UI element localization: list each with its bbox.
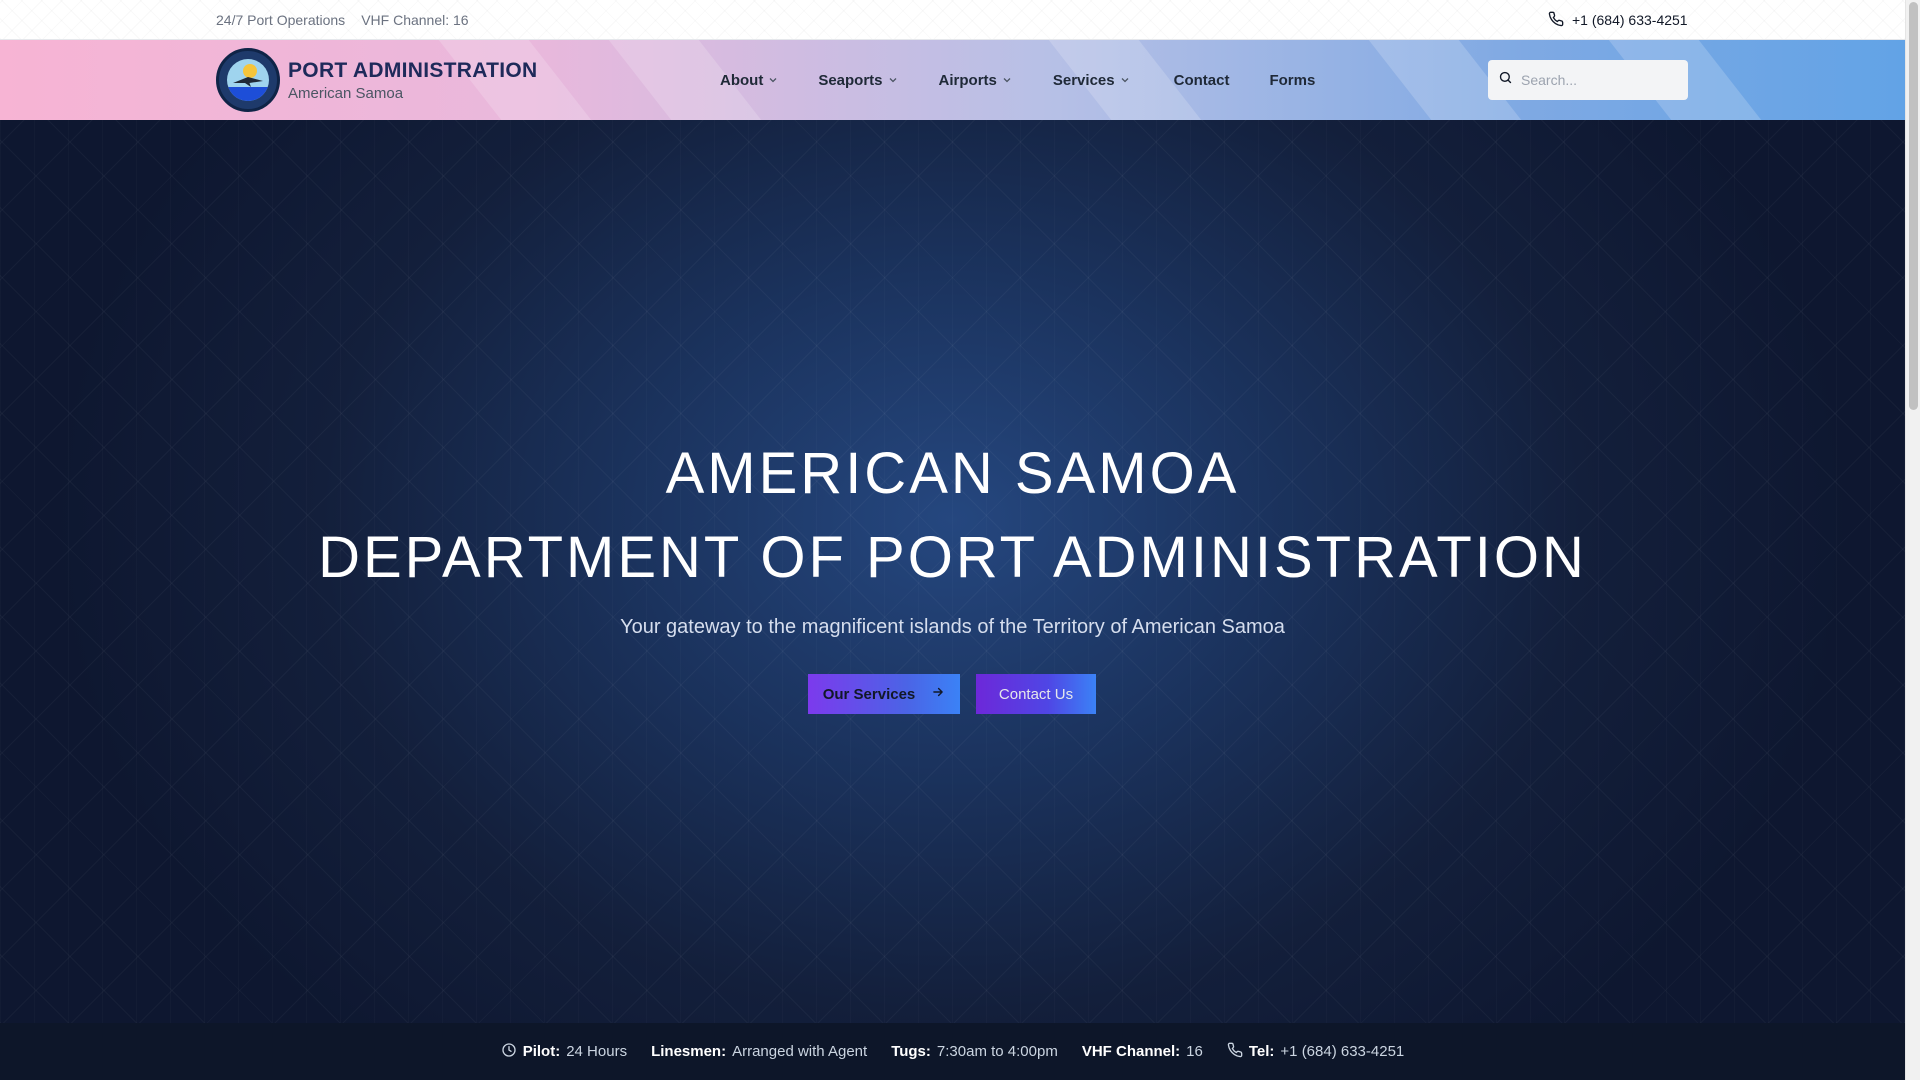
info-tugs-label: Tugs:	[891, 1043, 931, 1060]
nav-item-label: Services	[1052, 71, 1115, 89]
info-linesmen-label: Linesmen:	[651, 1043, 727, 1060]
nav-item-label: Airports	[938, 71, 997, 89]
chevron-down-icon	[888, 72, 898, 89]
nav-item-label: Seaports	[818, 71, 883, 89]
nav-item-airports[interactable]: Airports	[939, 72, 1012, 89]
page-scrollbar[interactable]	[1905, 0, 1920, 1080]
hero-title-line1: AMERICAN SAMOA	[665, 441, 1240, 506]
search-input[interactable]	[1521, 72, 1671, 88]
chevron-down-icon	[1120, 72, 1130, 89]
info-tugs-value: 7:30am to 4:00pm	[936, 1043, 1058, 1060]
port-info-strip: Pilot: 24 Hours Linesmen: Arranged with …	[0, 1023, 1905, 1080]
hero-subtitle: Your gateway to the magnificent islands …	[620, 616, 1285, 638]
search-box	[1488, 60, 1688, 100]
info-tel-label: Tel:	[1248, 1043, 1275, 1060]
our-services-button[interactable]: Our Services	[808, 674, 960, 714]
our-services-label: Our Services	[822, 685, 916, 703]
topbar-phone[interactable]: +1 (684) 633-4251	[1548, 0, 1688, 40]
arrow-right-icon	[931, 685, 945, 703]
info-tel-value[interactable]: +1 (684) 633-4251	[1280, 1043, 1404, 1060]
info-pilot: Pilot: 24 Hours	[501, 1042, 627, 1062]
nav-item-label: Forms	[1269, 71, 1316, 89]
nav-item-services[interactable]: Services	[1053, 72, 1130, 89]
nav-item-about[interactable]: About	[720, 72, 778, 89]
contact-us-button[interactable]: Contact Us	[976, 674, 1096, 714]
info-linesmen-value: Arranged with Agent	[732, 1043, 868, 1060]
top-utility-bar: 24/7 Port Operations VHF Channel: 16 +1 …	[0, 0, 1905, 40]
main-navbar: PORT ADMINISTRATION American Samoa About…	[0, 40, 1905, 120]
info-vhf-label: VHF Channel:	[1081, 1043, 1181, 1060]
info-vhf-value: 16	[1186, 1043, 1203, 1060]
search-icon	[1498, 70, 1513, 90]
nav-item-contact[interactable]: Contact	[1174, 72, 1230, 89]
brand-title: PORT ADMINISTRATION	[288, 58, 538, 82]
port-seal-logo	[216, 48, 280, 112]
info-tel[interactable]: Tel: +1 (684) 633-4251	[1227, 1042, 1404, 1062]
topbar-left: 24/7 Port Operations VHF Channel: 16	[216, 0, 469, 40]
info-pilot-label: Pilot:	[522, 1043, 561, 1060]
port-operations-text: 24/7 Port Operations	[216, 12, 346, 28]
hero-cta-group: Our Services Contact Us	[808, 674, 1096, 714]
topbar-phone-number[interactable]: +1 (684) 633-4251	[1572, 12, 1688, 28]
phone-icon	[1227, 1042, 1243, 1062]
phone-icon	[1548, 11, 1564, 30]
clock-icon	[501, 1042, 517, 1062]
info-linesmen: Linesmen: Arranged with Agent	[651, 1043, 867, 1060]
info-tugs: Tugs: 7:30am to 4:00pm	[891, 1043, 1058, 1060]
hero-title-line2: DEPARTMENT OF PORT ADMINISTRATION	[318, 525, 1587, 590]
vhf-channel-text: VHF Channel: 16	[361, 12, 469, 28]
brand-text: PORT ADMINISTRATION American Samoa	[288, 59, 538, 102]
hero-section: AMERICAN SAMOA DEPARTMENT OF PORT ADMINI…	[0, 120, 1905, 1023]
chevron-down-icon	[1002, 72, 1012, 89]
info-vhf: VHF Channel: 16	[1082, 1043, 1203, 1060]
nav-item-label: About	[720, 71, 764, 89]
nav-item-seaports[interactable]: Seaports	[818, 72, 897, 89]
brand-subtitle: American Samoa	[288, 84, 404, 102]
brand-link[interactable]: PORT ADMINISTRATION American Samoa	[216, 48, 538, 112]
nav-item-label: Contact	[1173, 71, 1230, 89]
nav-item-forms[interactable]: Forms	[1269, 72, 1315, 89]
scrollbar-thumb[interactable]	[1909, 2, 1918, 410]
info-pilot-value: 24 Hours	[566, 1043, 628, 1060]
primary-menu: About Seaports Airports Services Contact…	[720, 40, 1315, 120]
chevron-down-icon	[768, 72, 778, 89]
